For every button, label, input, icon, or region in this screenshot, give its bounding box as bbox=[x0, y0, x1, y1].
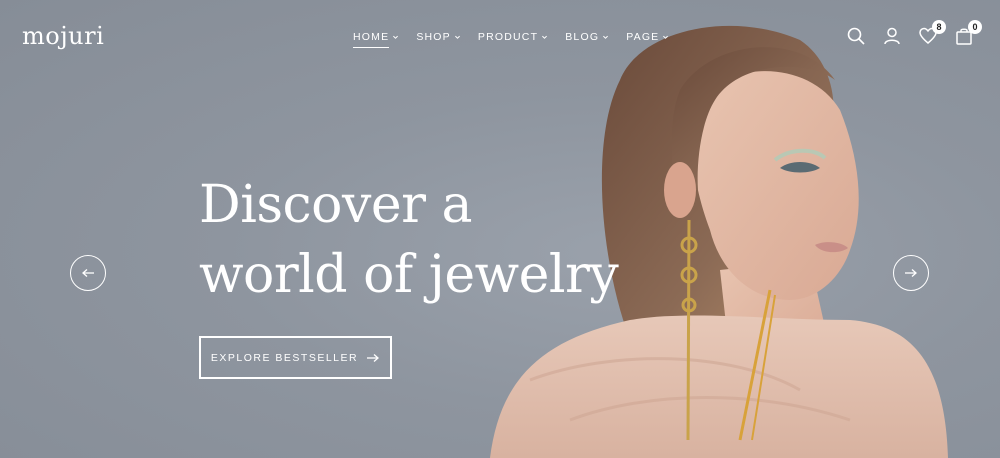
wishlist-count-badge: 8 bbox=[932, 20, 946, 34]
nav-item-label: HOME bbox=[353, 31, 390, 43]
cta-label: EXPLORE BESTSELLER bbox=[210, 351, 359, 364]
nav-item-label: PRODUCT bbox=[477, 31, 539, 43]
header-actions: 8 0 bbox=[846, 20, 982, 46]
cart-count-badge: 0 bbox=[968, 20, 982, 34]
chevron-down-icon bbox=[393, 35, 399, 39]
search-button[interactable] bbox=[846, 26, 866, 46]
chevron-down-icon bbox=[542, 35, 548, 39]
headline-line-2: world of jewelry bbox=[199, 245, 619, 305]
hero-headline: Discover a world of jewelry bbox=[199, 170, 619, 310]
chevron-down-icon bbox=[603, 35, 609, 39]
nav-item-home[interactable]: HOME bbox=[353, 31, 399, 48]
nav-item-shop[interactable]: SHOP bbox=[416, 31, 461, 48]
nav-item-page[interactable]: PAGE bbox=[626, 31, 669, 48]
arrow-right-icon bbox=[905, 269, 917, 277]
explore-bestseller-button[interactable]: EXPLORE BESTSELLER bbox=[199, 336, 392, 379]
hero-banner: mojuri HOME SHOP PRODUCT BLOG PAGE 8 0 D… bbox=[0, 0, 1000, 458]
arrow-right-icon bbox=[367, 353, 380, 362]
nav-item-label: SHOP bbox=[416, 31, 451, 43]
search-icon bbox=[847, 27, 865, 45]
nav-item-product[interactable]: PRODUCT bbox=[478, 31, 548, 48]
chevron-down-icon bbox=[454, 35, 460, 39]
main-nav: HOME SHOP PRODUCT BLOG PAGE bbox=[353, 31, 686, 48]
brand-logo[interactable]: mojuri bbox=[22, 22, 104, 50]
nav-item-label: PAGE bbox=[626, 31, 660, 43]
slider-next-button[interactable] bbox=[893, 255, 929, 291]
nav-item-blog[interactable]: BLOG bbox=[565, 31, 609, 48]
nav-item-label: BLOG bbox=[565, 31, 600, 43]
headline-line-1: Discover a bbox=[199, 175, 472, 235]
account-button[interactable] bbox=[882, 26, 902, 46]
slider-prev-button[interactable] bbox=[70, 255, 106, 291]
chevron-down-icon bbox=[663, 35, 669, 39]
user-icon bbox=[884, 27, 900, 45]
wishlist-button[interactable]: 8 bbox=[918, 20, 946, 46]
arrow-left-icon bbox=[82, 269, 94, 277]
cart-button[interactable]: 0 bbox=[954, 20, 982, 46]
